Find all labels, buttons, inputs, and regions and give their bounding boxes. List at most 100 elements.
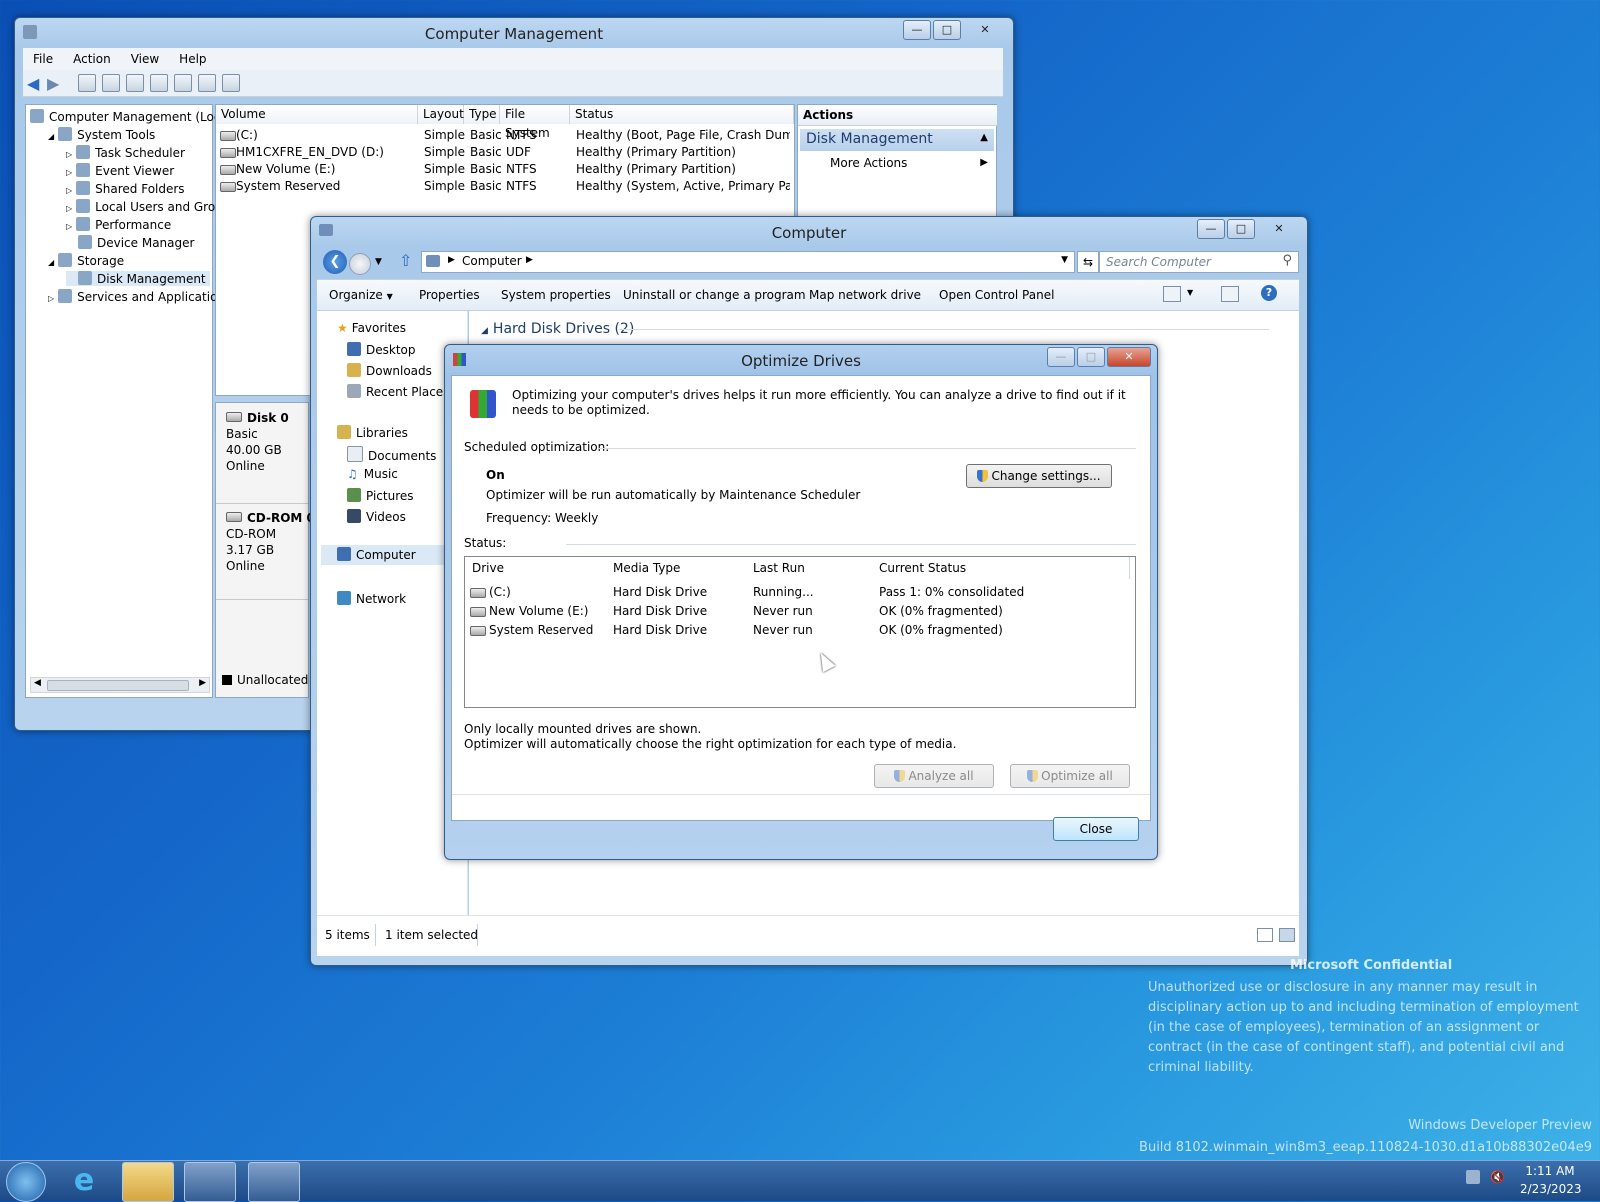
cm-maximize-button[interactable]: □ <box>933 20 961 40</box>
explorer-help-icon[interactable]: ? <box>1261 285 1277 301</box>
expand-arrow-icon[interactable]: ◢ <box>48 132 54 141</box>
forward-arrow-icon[interactable]: ▶ <box>47 74 59 93</box>
volume-row[interactable]: HM1CXFRE_EN_DVD (D:) Simple Basic UDF Health… <box>216 144 792 161</box>
tree-horizontal-scrollbar[interactable]: ◀ ▶ <box>30 677 210 693</box>
properties-icon[interactable] <box>198 74 216 92</box>
preview-pane-icon[interactable] <box>1221 286 1239 302</box>
computer-management-taskbar-icon[interactable] <box>184 1162 236 1202</box>
scroll-left-icon[interactable]: ◀ <box>34 678 41 688</box>
volume-row[interactable]: New Volume (E:) Simple Basic NTFS Healthy (P… <box>216 161 792 178</box>
drive-row[interactable]: (C:) Hard Disk Drive Running... Pass 1: 0% … <box>465 583 1133 602</box>
nav-downloads[interactable]: Downloads <box>347 363 432 378</box>
address-history-chevron-icon[interactable]: ▼ <box>1061 255 1068 265</box>
optimize-drives-taskbar-icon[interactable] <box>248 1162 300 1202</box>
nav-videos[interactable]: Videos <box>347 509 406 524</box>
nav-documents[interactable]: Documents <box>347 446 436 463</box>
close-button[interactable]: Close <box>1053 817 1139 841</box>
help-icon[interactable] <box>126 74 144 92</box>
hard-disk-drives-group[interactable]: ◢ Hard Disk Drives (2) <box>481 321 634 337</box>
cm-close-button[interactable]: ✕ <box>963 20 1007 40</box>
recent-pages-chevron-icon[interactable]: ▼ <box>375 257 382 267</box>
explorer-close-button[interactable]: ✕ <box>1257 219 1301 239</box>
back-arrow-icon[interactable]: ◀ <box>27 74 39 93</box>
expand-arrow-icon[interactable]: ▷ <box>66 150 72 159</box>
view-chevron-icon[interactable]: ▼ <box>1187 288 1193 297</box>
scroll-right-icon[interactable]: ▶ <box>199 678 206 688</box>
nav-music[interactable]: ♫ Music <box>347 467 398 481</box>
cmd-uninstall-program[interactable]: Uninstall or change a program <box>623 288 806 302</box>
expand-arrow-icon[interactable]: ▷ <box>66 168 72 177</box>
optimize-maximize-button[interactable]: □ <box>1077 347 1105 367</box>
group-collapse-icon[interactable]: ◢ <box>481 326 488 336</box>
internet-explorer-taskbar-icon[interactable]: e <box>66 1164 102 1198</box>
expand-arrow-icon[interactable]: ▷ <box>48 294 54 303</box>
volume-muted-tray-icon[interactable]: 🔇 <box>1490 1170 1505 1184</box>
address-bar[interactable]: ▶ Computer ▶ ▼ <box>421 251 1075 273</box>
tree-system-tools[interactable]: ◢ System Tools <box>48 127 155 142</box>
optimize-titlebar[interactable]: Optimize Drives — □ ✕ <box>445 345 1157 375</box>
nav-libraries[interactable]: Libraries <box>337 425 408 440</box>
tree-services-applications[interactable]: ▷ Services and Applications <box>48 289 231 304</box>
refresh-icon[interactable]: ⇆ <box>1077 251 1099 273</box>
tree-local-users-groups[interactable]: ▷ Local Users and Groups <box>66 199 237 214</box>
expand-arrow-icon[interactable]: ◢ <box>48 258 54 267</box>
breadcrumb-sep-icon[interactable]: ▶ <box>448 255 455 265</box>
explorer-forward-button[interactable] <box>349 253 371 275</box>
breadcrumb-computer[interactable]: Computer <box>462 254 522 268</box>
scroll-thumb[interactable] <box>47 680 189 691</box>
drives-col-current-status[interactable]: Current Status <box>873 557 1130 579</box>
details-view-icon[interactable] <box>1257 928 1273 942</box>
tree-disk-management[interactable]: Disk Management <box>66 271 210 286</box>
vol-col-type[interactable]: Type <box>464 105 500 124</box>
cmd-open-control-panel[interactable]: Open Control Panel <box>939 288 1054 302</box>
tree-root[interactable]: Computer Management (Local <box>30 109 231 124</box>
menu-file[interactable]: File <box>23 48 63 70</box>
nav-network[interactable]: Network <box>337 591 406 606</box>
tree-task-scheduler[interactable]: ▷ Task Scheduler <box>66 145 185 160</box>
vol-col-filesystem[interactable]: File System <box>500 105 570 140</box>
change-settings-button[interactable]: Change settings... <box>966 464 1112 488</box>
optimize-close-button[interactable]: ✕ <box>1107 347 1151 367</box>
cm-minimize-button[interactable]: — <box>903 20 931 40</box>
collapse-up-icon[interactable]: ▲ <box>980 132 988 143</box>
network-tray-icon[interactable] <box>1466 1170 1480 1184</box>
optimize-minimize-button[interactable]: — <box>1047 347 1075 367</box>
tree-shared-folders[interactable]: ▷ Shared Folders <box>66 181 185 196</box>
drives-col-media-type[interactable]: Media Type <box>607 557 748 579</box>
explorer-back-button[interactable]: ❮ <box>323 250 347 274</box>
search-box[interactable]: Search Computer ⚲ <box>1099 251 1299 273</box>
optimize-all-button[interactable]: Optimize all <box>1010 764 1130 788</box>
nav-favorites[interactable]: ★ Favorites <box>337 321 406 335</box>
explorer-maximize-button[interactable]: □ <box>1227 219 1255 239</box>
actions-section-disk-management[interactable]: Disk Management ▲ <box>800 129 994 151</box>
tree-storage[interactable]: ◢ Storage <box>48 253 124 268</box>
file-explorer-taskbar-icon[interactable] <box>122 1162 174 1202</box>
vol-col-status[interactable]: Status <box>570 105 794 124</box>
drive-row[interactable]: System Reserved Hard Disk Drive Never run O… <box>465 621 1133 640</box>
breadcrumb-next-icon[interactable]: ▶ <box>526 255 533 265</box>
nav-recent-places[interactable]: Recent Places <box>347 384 449 399</box>
change-view-icon[interactable] <box>1163 286 1181 302</box>
nav-desktop[interactable]: Desktop <box>347 342 416 357</box>
volume-row[interactable]: System Reserved Simple Basic NTFS Healthy (S… <box>216 178 792 195</box>
analyze-all-button[interactable]: Analyze all <box>874 764 994 788</box>
clock-time[interactable]: 1:11 AM <box>1520 1164 1580 1178</box>
explorer-titlebar[interactable]: Computer — □ ✕ <box>311 217 1307 247</box>
cdrom-0-panel[interactable]: CD-ROM 0 CD-ROM 3.17 GB Online <box>216 507 315 600</box>
expand-arrow-icon[interactable]: ▷ <box>66 222 72 231</box>
nav-computer[interactable]: Computer <box>321 545 453 565</box>
tree-performance[interactable]: ▷ Performance <box>66 217 171 232</box>
cm-titlebar[interactable]: Computer Management — □ ✕ <box>15 18 1013 48</box>
menu-view[interactable]: View <box>121 48 169 70</box>
tree-event-viewer[interactable]: ▷ Event Viewer <box>66 163 174 178</box>
show-action-pane-icon[interactable] <box>150 74 168 92</box>
tree-device-manager[interactable]: Device Manager <box>66 235 194 250</box>
volume-row[interactable]: (C:) Simple Basic NTFS Healthy (Boot, Page F… <box>216 127 792 144</box>
up-arrow-icon[interactable]: ⇧ <box>399 251 412 270</box>
cmd-map-network-drive[interactable]: Map network drive <box>809 288 921 302</box>
start-button[interactable] <box>6 1162 46 1202</box>
refresh-icon[interactable] <box>174 74 192 92</box>
large-icons-view-icon[interactable] <box>1279 928 1295 942</box>
drives-col-drive[interactable]: Drive <box>465 557 608 579</box>
vol-col-volume[interactable]: Volume <box>216 105 418 124</box>
